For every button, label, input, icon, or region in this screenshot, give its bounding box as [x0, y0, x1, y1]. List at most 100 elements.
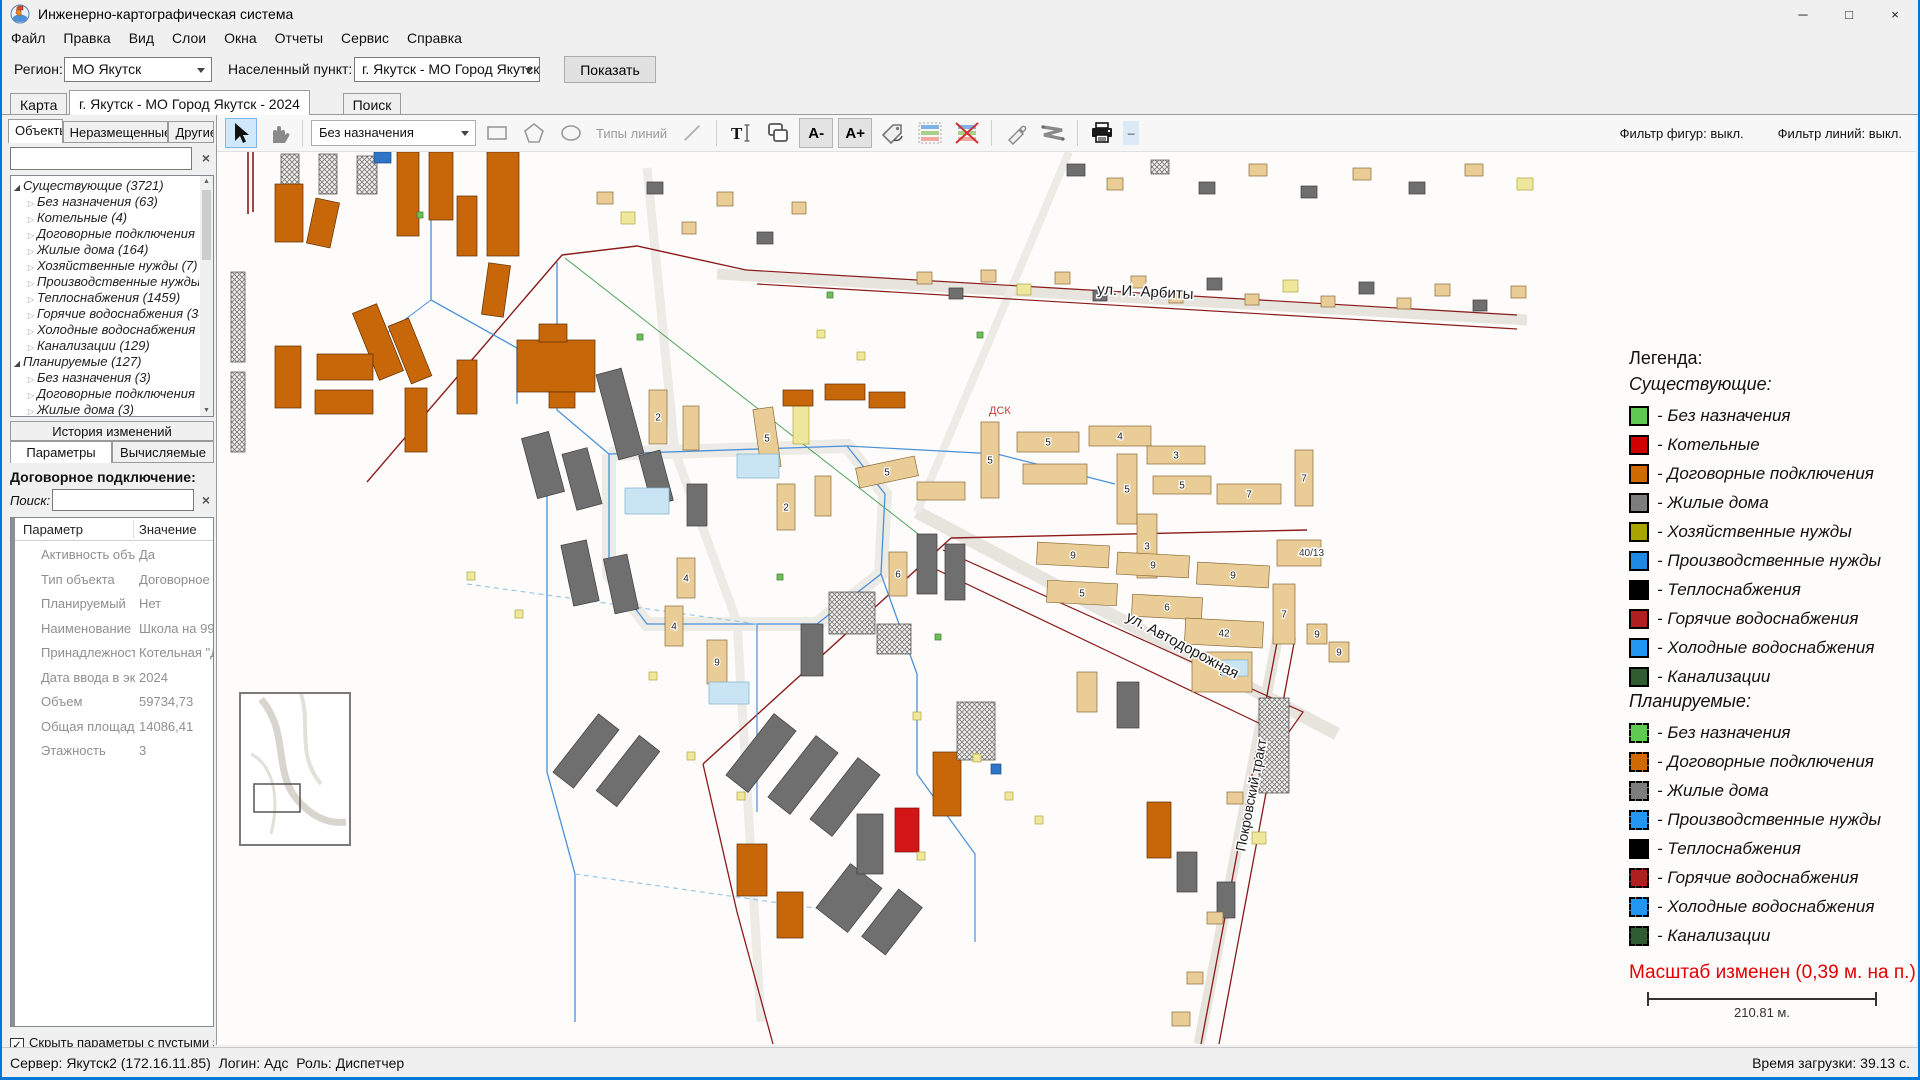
building[interactable]: [1321, 296, 1335, 307]
building[interactable]: [945, 544, 965, 600]
building[interactable]: [562, 448, 602, 511]
building[interactable]: [793, 404, 809, 444]
measure-pencil-button[interactable]: [1000, 118, 1032, 148]
building[interactable]: [597, 192, 613, 204]
building[interactable]: [317, 354, 373, 380]
tree-item[interactable]: ▷Холодные водоснабжения (1347): [11, 322, 199, 338]
collapsed-panel-chip[interactable]: _: [1123, 121, 1139, 145]
building[interactable]: [933, 752, 961, 816]
objects-tab-Другие[interactable]: Другие: [168, 121, 214, 143]
table-row[interactable]: ПланируемыйНет: [15, 591, 213, 615]
building[interactable]: [417, 212, 423, 218]
building[interactable]: [1199, 182, 1215, 194]
building[interactable]: [561, 540, 599, 606]
minimize-button[interactable]: ─: [1780, 0, 1826, 28]
overlap-shapes-button[interactable]: [762, 118, 794, 148]
building[interactable]: [231, 272, 245, 362]
building[interactable]: [405, 388, 427, 452]
draw-line-button[interactable]: [676, 118, 708, 148]
objects-search-input[interactable]: [10, 147, 192, 170]
building[interactable]: [621, 212, 635, 224]
objects-tab-Неразмещенные (0)[interactable]: Неразмещенные (0): [63, 121, 169, 143]
building[interactable]: [737, 792, 745, 800]
menu-item-Окна[interactable]: Окна: [215, 28, 266, 50]
building[interactable]: [1359, 282, 1374, 294]
print-button[interactable]: [1086, 118, 1118, 148]
building[interactable]: [917, 852, 925, 860]
building[interactable]: [1005, 792, 1013, 800]
building[interactable]: [957, 702, 995, 760]
tab-Вычисляемые[interactable]: Вычисляемые: [112, 441, 214, 463]
table-row[interactable]: Этажность3: [15, 738, 213, 762]
building[interactable]: [1409, 182, 1425, 194]
font-decrease-button[interactable]: A-: [799, 118, 833, 148]
tab-Параметры[interactable]: Параметры: [10, 441, 112, 463]
tree-item[interactable]: ▷Котельные (4): [11, 210, 199, 226]
building[interactable]: [801, 624, 823, 676]
building[interactable]: [792, 202, 806, 214]
tree-item[interactable]: ▷Договорные подключения (6): [11, 386, 199, 402]
tree-item[interactable]: ▷Хозяйственные нужды (7): [11, 258, 199, 274]
building[interactable]: [1511, 286, 1526, 298]
scroll-down-icon[interactable]: ▼: [200, 407, 213, 414]
table-row[interactable]: Дата ввода в эксплуат2024: [15, 665, 213, 689]
building[interactable]: [1207, 278, 1222, 290]
building[interactable]: [869, 392, 905, 408]
building[interactable]: [603, 554, 638, 614]
refresh-labels-button[interactable]: [877, 118, 909, 148]
building[interactable]: [517, 340, 595, 392]
menu-item-Отчеты[interactable]: Отчеты: [266, 28, 332, 50]
building[interactable]: [515, 610, 523, 618]
tree-item[interactable]: ▷Производственные нужды (27): [11, 274, 199, 290]
building[interactable]: [1035, 816, 1043, 824]
building[interactable]: [917, 482, 965, 500]
building[interactable]: [649, 672, 657, 680]
building[interactable]: [1249, 164, 1267, 176]
building[interactable]: [1107, 178, 1123, 190]
table-row[interactable]: Принадлежность к коКотельная "ДСК: [15, 640, 213, 664]
table-row[interactable]: Тип объектаДоговорное под: [15, 567, 213, 591]
building[interactable]: [949, 288, 963, 299]
building[interactable]: [973, 754, 981, 762]
building[interactable]: [913, 712, 921, 720]
building[interactable]: [625, 488, 669, 514]
building[interactable]: [1465, 164, 1483, 176]
tree-item[interactable]: ▷Жилые дома (3): [11, 402, 199, 416]
tree-expanded-icon[interactable]: ◢: [11, 180, 23, 196]
building[interactable]: [521, 431, 564, 498]
menu-item-Слои[interactable]: Слои: [163, 28, 215, 50]
scroll-thumb[interactable]: [202, 190, 211, 260]
building[interactable]: [1067, 164, 1085, 176]
building[interactable]: [1252, 832, 1266, 844]
building[interactable]: [231, 372, 245, 452]
building[interactable]: [687, 752, 695, 760]
building[interactable]: [1283, 280, 1298, 292]
building[interactable]: [817, 330, 825, 338]
tree-item[interactable]: ◢Существующие (3721): [11, 178, 199, 194]
building[interactable]: [935, 634, 941, 640]
building[interactable]: [737, 454, 779, 478]
building[interactable]: [1353, 168, 1371, 180]
table-row[interactable]: Активность объектаДа: [15, 542, 213, 566]
building[interactable]: [596, 368, 644, 460]
map-canvas[interactable]: Легенда:Существующие:- Без назначения- К…: [217, 152, 1916, 1045]
tree-scrollbar[interactable]: ▲ ▼: [200, 176, 213, 416]
building[interactable]: [1077, 672, 1097, 712]
building[interactable]: [991, 764, 1001, 774]
maximize-button[interactable]: □: [1826, 0, 1872, 28]
building[interactable]: [429, 152, 453, 220]
building[interactable]: [1301, 186, 1317, 198]
building[interactable]: [481, 263, 510, 318]
building[interactable]: [917, 272, 932, 284]
tree-expanded-icon[interactable]: ◢: [11, 356, 23, 372]
show-button[interactable]: Показать: [564, 56, 656, 83]
tree-item[interactable]: ▷Договорные подключения (178): [11, 226, 199, 242]
building[interactable]: [687, 484, 707, 526]
building[interactable]: [857, 814, 883, 874]
object-type-select[interactable]: Без назначения: [311, 120, 476, 146]
building[interactable]: [827, 292, 833, 298]
building[interactable]: [1147, 802, 1171, 858]
tree-item[interactable]: ▷Жилые дома (164): [11, 242, 199, 258]
tab-Поиск[interactable]: Поиск: [343, 93, 402, 115]
building[interactable]: [777, 574, 783, 580]
